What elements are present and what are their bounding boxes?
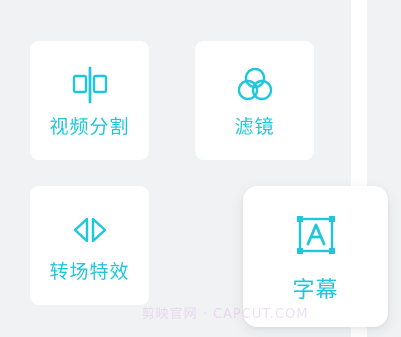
filter-label: 滤镜	[234, 116, 275, 138]
transition-icon	[73, 217, 106, 243]
transition-effects-button[interactable]: 转场特效	[30, 186, 149, 305]
watermark: 剪映官网 · CAPCUT.COM	[141, 307, 309, 322]
split-video-label: 视频分割	[49, 116, 130, 138]
split-video-button[interactable]: 视频分割	[30, 41, 149, 160]
transition-effects-label: 转场特效	[49, 261, 130, 283]
filter-button[interactable]: 滤镜	[195, 41, 314, 160]
caption-icon	[296, 216, 335, 254]
split-icon	[72, 66, 107, 104]
caption-label: 字幕	[292, 278, 339, 303]
filter-icon	[237, 67, 272, 101]
